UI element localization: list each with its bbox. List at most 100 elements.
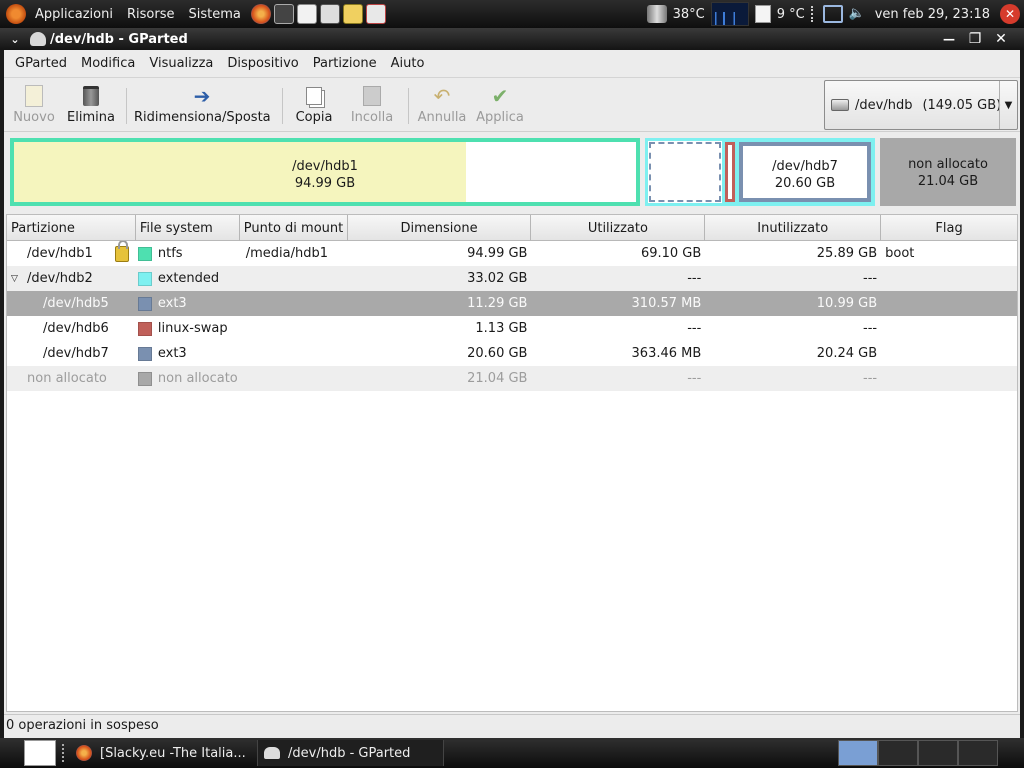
maximize-button[interactable]: ❐: [962, 29, 988, 49]
diskmap-hdb6[interactable]: [725, 142, 735, 202]
mount-cell: [240, 316, 348, 341]
delete-button[interactable]: Elimina: [66, 84, 116, 125]
pending-operations-status: 0 operazioni in sospeso: [6, 718, 159, 733]
temperature-sensor-icon: [646, 5, 667, 23]
column-utilizzato[interactable]: Utilizzato: [531, 215, 706, 241]
new-button[interactable]: Nuovo: [12, 84, 56, 125]
apply-button[interactable]: ✔ Applica: [474, 84, 526, 125]
home-launcher-icon[interactable]: [365, 4, 386, 24]
filesystem-color-swatch: [137, 321, 152, 336]
paste-icon: [360, 84, 384, 108]
filesystem-cell: ext3: [136, 341, 240, 366]
menu-visualizza[interactable]: Visualizza: [142, 56, 220, 71]
table-row[interactable]: /dev/hdb1 ntfs/media/hdb1 94.99 GB 69.10 GB…: [7, 241, 1017, 266]
menu-partizione[interactable]: Partizione: [306, 56, 384, 71]
taskbar-handle-icon[interactable]: [62, 744, 66, 762]
firefox-launcher-icon[interactable]: [250, 4, 271, 24]
menu-aiuto[interactable]: Aiuto: [384, 56, 432, 71]
filesystem-color-swatch: [137, 296, 152, 311]
undo-button[interactable]: ↶ Annulla: [416, 84, 468, 125]
menu-applicazioni[interactable]: Applicazioni: [28, 7, 120, 22]
column-flag[interactable]: Flag: [881, 215, 1017, 241]
device-name: /dev/hdb: [855, 97, 913, 113]
size-cell: 11.29 GB: [467, 296, 528, 311]
trash-icon: [79, 84, 103, 108]
toolbar-separator: [408, 88, 409, 124]
partition-cell: non allocato: [27, 371, 107, 386]
flag-cell: [881, 366, 1017, 391]
diskmap-hdb2-extended[interactable]: /dev/hdb7 20.60 GB: [645, 138, 875, 206]
device-selector[interactable]: /dev/hdb (149.05 GB) ▼: [824, 80, 1018, 130]
table-row[interactable]: non allocato non allocato 21.04 GB --- ---: [7, 366, 1017, 391]
workspace-switcher[interactable]: [838, 740, 998, 766]
unused-cell: 25.89 GB: [816, 246, 878, 261]
menu-dispositivo[interactable]: Dispositivo: [220, 56, 305, 71]
workspace-1[interactable]: [838, 740, 878, 766]
diskmap-hdb1[interactable]: /dev/hdb1 94.99 GB: [10, 138, 640, 206]
network-icon[interactable]: [822, 5, 843, 23]
expander-triangle-icon[interactable]: ▽: [11, 274, 27, 284]
harddisk-icon: [831, 99, 849, 111]
diskmap-hdb7[interactable]: /dev/hdb7 20.60 GB: [739, 142, 871, 202]
clipboard-icon[interactable]: [810, 6, 817, 22]
toolbar-separator: [282, 88, 283, 124]
diskmap-unallocated[interactable]: non allocato 21.04 GB: [880, 138, 1016, 206]
cpu-temperature: 38°C: [672, 6, 705, 22]
unused-cell: ---: [863, 271, 878, 286]
flag-cell: [881, 266, 1017, 291]
filesystem-color-swatch: [137, 271, 152, 286]
menu-gparted[interactable]: GParted: [8, 56, 74, 71]
diskmap-hdb5[interactable]: [648, 141, 722, 203]
partition-cell: /dev/hdb1: [7, 241, 136, 266]
mail-launcher-icon[interactable]: [342, 4, 363, 24]
weather-icon: [754, 5, 771, 23]
paste-button[interactable]: Incolla: [346, 84, 398, 125]
used-cell: 310.57 MB: [631, 296, 702, 311]
table-row[interactable]: /dev/hdb6 linux-swap 1.13 GB --- ---: [7, 316, 1017, 341]
menu-risorse[interactable]: Risorse: [120, 7, 182, 22]
minimize-button[interactable]: —: [936, 29, 962, 49]
window-menu-chevron-icon[interactable]: ⌄: [0, 29, 30, 49]
workspace-4[interactable]: [958, 740, 998, 766]
dropdown-arrow-icon[interactable]: ▼: [999, 81, 1017, 129]
volume-icon[interactable]: 🔈: [849, 6, 865, 22]
column-partizione[interactable]: Partizione: [7, 215, 136, 241]
flag-cell: [881, 341, 1017, 366]
weather-temperature: 9 °C: [776, 6, 805, 22]
window-title: /dev/hdb - GParted: [50, 31, 188, 47]
filesystem-cell: non allocato: [136, 366, 240, 391]
show-desktop-button[interactable]: [24, 740, 56, 766]
size-cell: 20.60 GB: [467, 346, 528, 361]
remote-desktop-launcher-icon[interactable]: [319, 4, 340, 24]
unused-cell: ---: [863, 321, 878, 336]
column-inutilizzato[interactable]: Inutilizzato: [705, 215, 882, 241]
column-mount-point[interactable]: Punto di mount: [240, 215, 348, 241]
table-header: Partizione File system Punto di mount Di…: [7, 215, 1017, 241]
bottom-taskbar: [Slacky.eu -The Italia... /dev/hdb - GPa…: [0, 738, 1024, 768]
close-button[interactable]: ✕: [988, 29, 1014, 49]
column-dimensione[interactable]: Dimensione: [348, 215, 532, 241]
taskbar-task-gparted[interactable]: /dev/hdb - GParted: [258, 740, 444, 766]
resize-move-button[interactable]: ➔ Ridimensiona/Sposta: [134, 84, 271, 125]
table-row[interactable]: ▽/dev/hdb2 extended 33.02 GB --- ---: [7, 266, 1017, 291]
clock[interactable]: ven feb 29, 23:18: [875, 7, 990, 22]
taskbar-task-firefox[interactable]: [Slacky.eu -The Italia...: [70, 740, 258, 766]
workspace-3[interactable]: [918, 740, 958, 766]
gparted-task-icon: [264, 747, 280, 759]
menu-modifica[interactable]: Modifica: [74, 56, 142, 71]
used-cell: 69.10 GB: [640, 246, 702, 261]
workspace-2[interactable]: [878, 740, 918, 766]
terminal-launcher-icon[interactable]: [273, 4, 294, 24]
copy-button[interactable]: Copia: [292, 84, 336, 125]
cpu-monitor-graph[interactable]: [710, 2, 749, 26]
table-row[interactable]: /dev/hdb5 ext3 11.29 GB 310.57 MB 10.99 GB: [7, 291, 1017, 316]
text-editor-launcher-icon[interactable]: [296, 4, 317, 24]
shutdown-icon[interactable]: ✕: [1000, 4, 1020, 24]
table-row[interactable]: /dev/hdb7 ext3 20.60 GB 363.46 MB 20.24 GB: [7, 341, 1017, 366]
new-document-icon: [22, 84, 46, 108]
menu-sistema[interactable]: Sistema: [181, 7, 247, 22]
resize-arrow-icon: ➔: [193, 84, 211, 108]
ubuntu-logo-icon[interactable]: [6, 4, 26, 24]
column-file-system[interactable]: File system: [136, 215, 240, 241]
window-titlebar[interactable]: ⌄ /dev/hdb - GParted — ❐ ✕: [0, 28, 1024, 50]
